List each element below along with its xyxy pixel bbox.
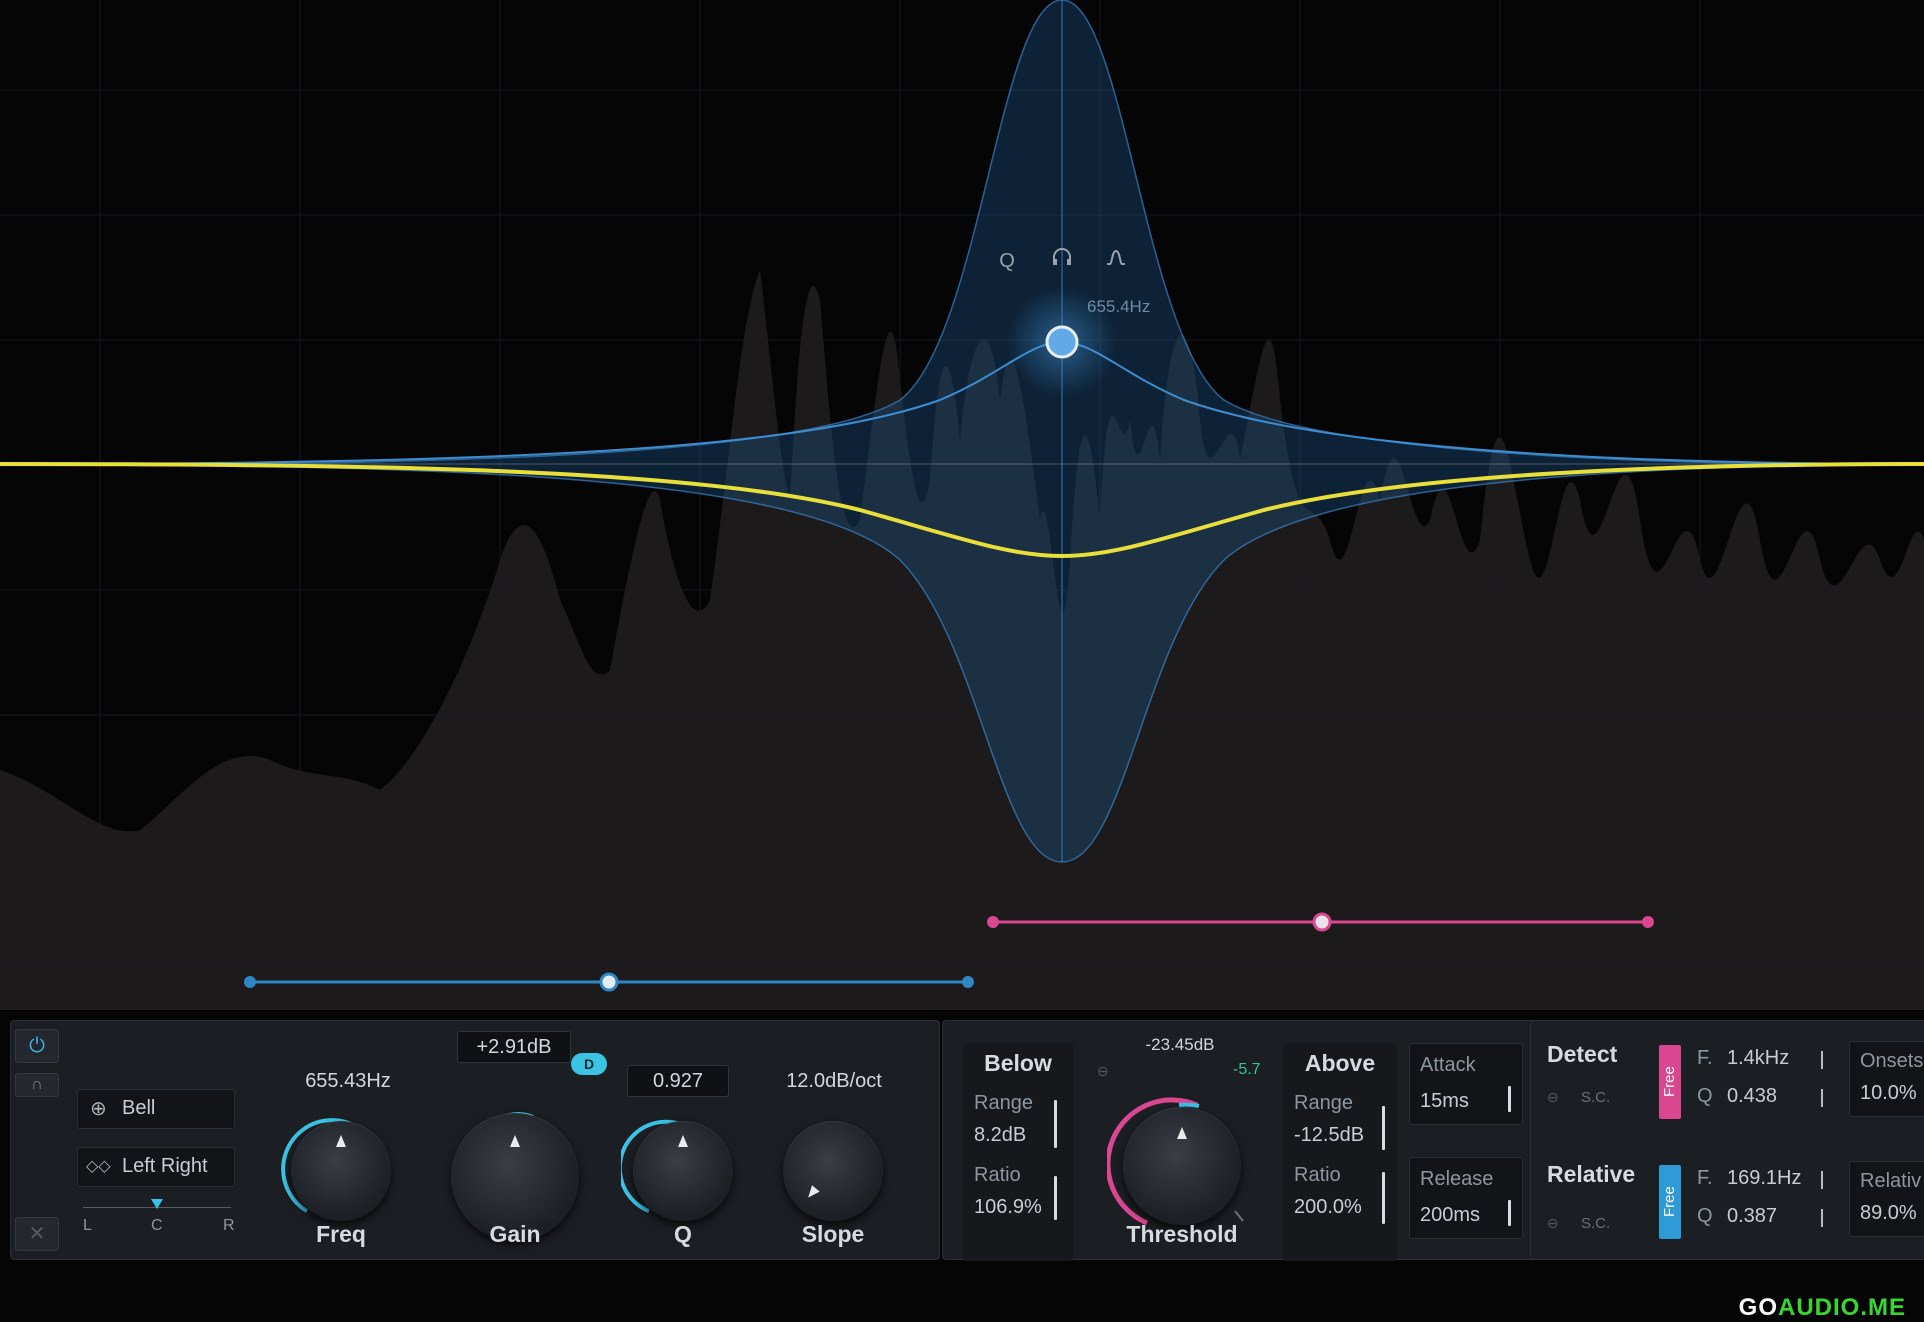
threshold-value[interactable]: -23.45dB bbox=[1129, 1029, 1231, 1061]
below-ratio-label: Ratio bbox=[974, 1164, 1021, 1186]
q-icon[interactable]: Q bbox=[992, 246, 1022, 276]
detect-f-value[interactable]: 1.4kHz bbox=[1727, 1047, 1789, 1070]
release-box[interactable]: Release 200ms bbox=[1409, 1157, 1523, 1239]
below-ratio-value[interactable]: 106.9% bbox=[974, 1196, 1042, 1219]
band-frequency-tooltip: 655.4Hz bbox=[1087, 297, 1151, 316]
detect-q-value[interactable]: 0.438 bbox=[1727, 1085, 1777, 1108]
gain-value[interactable]: +2.91dB bbox=[457, 1031, 571, 1063]
above-title: Above bbox=[1304, 1050, 1376, 1076]
q-knob[interactable] bbox=[633, 1121, 733, 1221]
below-ratio-meter bbox=[1054, 1176, 1057, 1220]
above-range-label: Range bbox=[1294, 1092, 1353, 1114]
onsets-label: Onsets bbox=[1860, 1050, 1924, 1072]
above-group: Above Range -12.5dB Ratio 200.0% bbox=[1283, 1043, 1397, 1261]
slope-knob[interactable] bbox=[783, 1121, 883, 1221]
onsets-box[interactable]: Onsets 10.0% bbox=[1849, 1041, 1924, 1117]
dynamic-toggle-badge[interactable]: D bbox=[571, 1053, 607, 1075]
watermark-logo: GOAUDIO.ME bbox=[1739, 1294, 1906, 1322]
attack-label: Attack bbox=[1420, 1054, 1476, 1076]
relative-link-icon[interactable]: ⊖ bbox=[1547, 1215, 1559, 1232]
onsets-value[interactable]: 10.0% bbox=[1860, 1082, 1917, 1105]
above-range-meter bbox=[1382, 1106, 1385, 1150]
freq-knob[interactable] bbox=[291, 1121, 391, 1221]
below-range-value[interactable]: 8.2dB bbox=[974, 1124, 1026, 1147]
relative-q-value[interactable]: 0.387 bbox=[1727, 1205, 1777, 1228]
above-ratio-value[interactable]: 200.0% bbox=[1294, 1196, 1362, 1219]
detect-f-meter bbox=[1821, 1051, 1823, 1069]
pan-handle[interactable] bbox=[151, 1199, 163, 1209]
pink-range-slider-start[interactable] bbox=[987, 916, 999, 928]
dynamics-section: Below Range 8.2dB Ratio 106.9% ⊖ -23.45d… bbox=[942, 1020, 1538, 1261]
pink-range-slider-end[interactable] bbox=[1642, 916, 1654, 928]
watermark-part2: AUDIO.ME bbox=[1778, 1294, 1906, 1321]
relative-amount-value[interactable]: 89.0% bbox=[1860, 1202, 1917, 1225]
below-range-meter bbox=[1054, 1100, 1057, 1148]
detect-free-tag[interactable]: Free bbox=[1659, 1045, 1681, 1119]
relative-amount-label: Relativ bbox=[1860, 1170, 1922, 1192]
threshold-offset: -5.7 bbox=[1233, 1061, 1261, 1078]
attack-value[interactable]: 15ms bbox=[1420, 1090, 1469, 1113]
stereo-label: Left Right bbox=[122, 1155, 208, 1177]
bell-icon: ⊕ bbox=[90, 1098, 107, 1120]
release-label: Release bbox=[1420, 1168, 1494, 1190]
release-value[interactable]: 200ms bbox=[1420, 1204, 1480, 1227]
threshold-label: Threshold bbox=[1126, 1221, 1238, 1247]
slope-label: Slope bbox=[801, 1221, 865, 1247]
stereo-mode-selector[interactable]: ◇◇ Left Right bbox=[77, 1147, 235, 1187]
power-icon[interactable]: ⏻ bbox=[15, 1029, 59, 1063]
above-range-value[interactable]: -12.5dB bbox=[1294, 1124, 1364, 1147]
pan-label-left: L bbox=[83, 1217, 92, 1234]
above-ratio-meter bbox=[1382, 1172, 1385, 1224]
close-icon[interactable]: ✕ bbox=[15, 1217, 59, 1251]
band-node-handle[interactable] bbox=[1045, 325, 1079, 359]
slope-value[interactable]: 12.0dB/oct bbox=[759, 1065, 909, 1097]
detect-q-meter bbox=[1821, 1089, 1823, 1107]
relative-amount-box[interactable]: Relativ 89.0% bbox=[1849, 1161, 1924, 1237]
relative-q-label: Q bbox=[1697, 1205, 1713, 1227]
above-ratio-label: Ratio bbox=[1294, 1164, 1341, 1186]
link-icon[interactable]: ⊖ bbox=[1097, 1063, 1109, 1080]
attack-meter bbox=[1508, 1086, 1511, 1112]
detection-section: Detect ⊖ S.C. Free F. 1.4kHz Q 0.438 Ons… bbox=[1530, 1020, 1924, 1260]
bell-shape-icon[interactable] bbox=[1101, 246, 1131, 276]
headphones-solo-icon[interactable]: ∩ bbox=[15, 1073, 59, 1097]
relative-f-value[interactable]: 169.1Hz bbox=[1727, 1167, 1802, 1190]
freq-label: Freq bbox=[316, 1221, 366, 1247]
below-range-label: Range bbox=[974, 1092, 1033, 1114]
relative-title: Relative bbox=[1547, 1161, 1636, 1187]
pan-label-right: R bbox=[223, 1217, 235, 1234]
relative-q-meter bbox=[1821, 1209, 1823, 1227]
relative-f-label: F. bbox=[1697, 1167, 1713, 1189]
detect-sidechain[interactable]: S.C. bbox=[1581, 1089, 1610, 1106]
relative-f-meter bbox=[1821, 1171, 1823, 1189]
attack-box[interactable]: Attack 15ms bbox=[1409, 1043, 1523, 1125]
release-meter bbox=[1508, 1200, 1511, 1226]
pink-range-slider-handle[interactable] bbox=[1312, 912, 1332, 932]
shape-selector[interactable]: ⊕ Bell bbox=[77, 1089, 235, 1129]
band-control-panel: ⏻ ∩ ✕ ⊕ Bell ◇◇ Left Right L C R 655.43H… bbox=[10, 1020, 1924, 1261]
watermark-part1: GO bbox=[1738, 1294, 1778, 1321]
relative-sidechain[interactable]: S.C. bbox=[1581, 1215, 1610, 1232]
blue-range-slider-start[interactable] bbox=[244, 976, 256, 988]
gain-label: Gain bbox=[489, 1221, 541, 1247]
below-title: Below bbox=[984, 1050, 1052, 1076]
detect-title: Detect bbox=[1547, 1041, 1618, 1067]
relative-free-tag[interactable]: Free bbox=[1659, 1165, 1681, 1239]
pan-slider[interactable]: L C R bbox=[83, 1193, 235, 1243]
detect-link-icon[interactable]: ⊖ bbox=[1547, 1089, 1559, 1106]
threshold-knob[interactable] bbox=[1123, 1107, 1241, 1225]
detect-q-label: Q bbox=[1697, 1085, 1713, 1107]
stereo-icon: ◇◇ bbox=[86, 1158, 111, 1175]
freq-value[interactable]: 655.43Hz bbox=[281, 1065, 415, 1097]
below-group: Below Range 8.2dB Ratio 106.9% bbox=[963, 1043, 1073, 1261]
shape-label: Bell bbox=[122, 1097, 156, 1119]
q-label: Q bbox=[674, 1221, 692, 1247]
pan-label-center: C bbox=[151, 1217, 163, 1234]
blue-range-slider-handle[interactable] bbox=[599, 972, 619, 992]
headphones-icon[interactable] bbox=[1047, 246, 1077, 276]
blue-range-slider-end[interactable] bbox=[962, 976, 974, 988]
detect-f-label: F. bbox=[1697, 1047, 1713, 1069]
filter-section: ⏻ ∩ ✕ ⊕ Bell ◇◇ Left Right L C R 655.43H… bbox=[10, 1020, 940, 1260]
q-value[interactable]: 0.927 bbox=[627, 1065, 729, 1097]
